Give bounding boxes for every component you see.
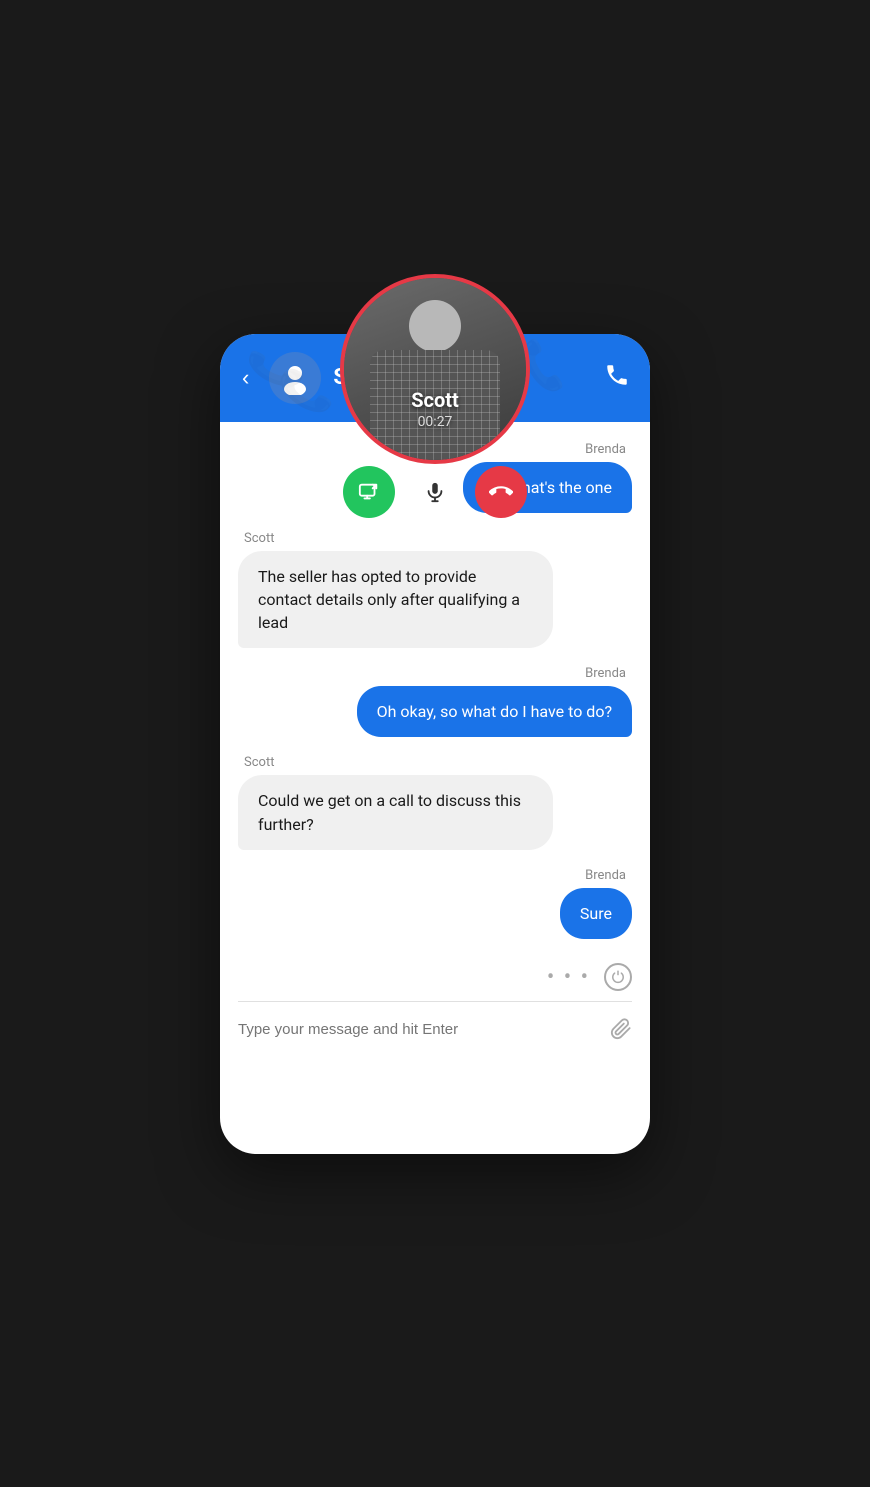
chat-footer-actions: • • • bbox=[220, 959, 650, 1001]
call-overlay: Scott 00:27 bbox=[340, 274, 530, 518]
message-input[interactable] bbox=[238, 1021, 598, 1038]
caller-name-overlay: Scott bbox=[411, 388, 459, 412]
caller-avatar: Scott 00:27 bbox=[340, 274, 530, 464]
bubble-4: Could we get on a call to discuss this f… bbox=[238, 775, 553, 849]
bubble-5: Sure bbox=[560, 888, 632, 939]
message-group-3: Brenda Oh okay, so what do I have to do? bbox=[238, 666, 632, 737]
call-button[interactable] bbox=[604, 362, 630, 394]
call-duration: 00:27 bbox=[411, 414, 459, 430]
back-button[interactable]: ‹ bbox=[234, 361, 257, 395]
chat-input-wrapper bbox=[220, 1002, 650, 1060]
chat-input-area bbox=[220, 1002, 650, 1060]
sender-label-5: Brenda bbox=[579, 868, 632, 883]
call-controls bbox=[343, 466, 527, 518]
dots-indicator: • • • bbox=[547, 965, 590, 990]
contact-avatar bbox=[269, 352, 321, 404]
attach-button[interactable] bbox=[610, 1018, 632, 1040]
screen-share-button[interactable] bbox=[343, 466, 395, 518]
sender-label-3: Brenda bbox=[579, 666, 632, 681]
end-call-button[interactable] bbox=[475, 466, 527, 518]
sender-label-2: Scott bbox=[238, 531, 280, 546]
message-group-2: Scott The seller has opted to provide co… bbox=[238, 531, 632, 649]
phone-container: Scott 00:27 bbox=[220, 334, 650, 1154]
power-button[interactable] bbox=[604, 963, 632, 991]
mute-button[interactable] bbox=[409, 466, 461, 518]
sender-label-1: Brenda bbox=[579, 442, 632, 457]
sender-label-4: Scott bbox=[238, 755, 280, 770]
message-group-4: Scott Could we get on a call to discuss … bbox=[238, 755, 632, 849]
message-group-5: Brenda Sure bbox=[238, 868, 632, 939]
bubble-2: The seller has opted to provide contact … bbox=[238, 551, 553, 649]
bubble-3: Oh okay, so what do I have to do? bbox=[357, 686, 632, 737]
